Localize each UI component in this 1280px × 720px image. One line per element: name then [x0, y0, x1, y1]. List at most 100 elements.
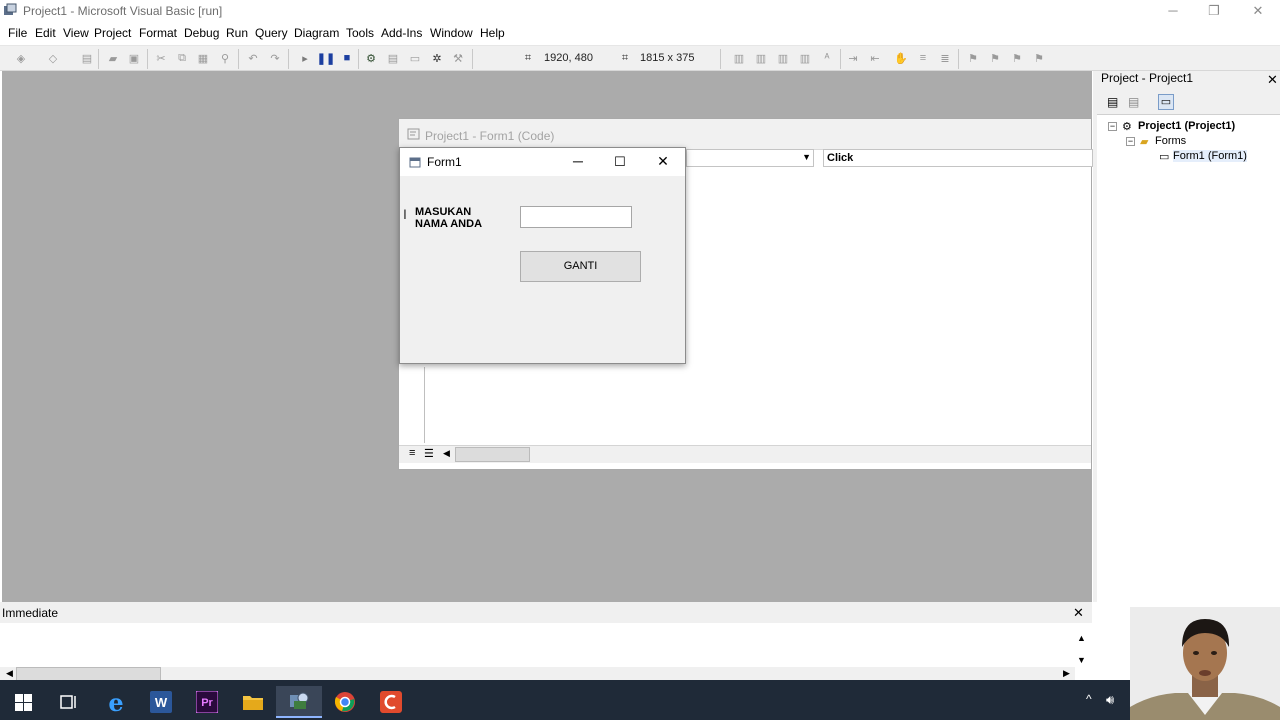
immediate-scroll-left-icon[interactable]: ◀ [6, 668, 13, 679]
project-close-icon[interactable]: ✕ [1267, 72, 1278, 88]
menu-view[interactable]: View [63, 26, 89, 40]
menu-add-ins[interactable]: Add-Ins [381, 26, 422, 40]
form1-window[interactable]: Form1 ─ ☐ ✕ I MASUKAN NAMA ANDA GANTI [399, 147, 686, 364]
end-icon[interactable]: ■ [340, 51, 354, 65]
immediate-close-icon[interactable]: ✕ [1073, 605, 1084, 621]
find-icon[interactable]: ⚲ [218, 51, 232, 65]
window-title: Project1 - Microsoft Visual Basic [run] [23, 4, 223, 18]
align-left-icon[interactable]: ▥ [732, 51, 746, 65]
menu-debug[interactable]: Debug [184, 26, 219, 40]
toolbox-icon[interactable]: ⚒ [451, 51, 465, 65]
chrome-icon[interactable] [322, 686, 368, 718]
minimize-button[interactable]: ─ [1151, 0, 1195, 22]
procedure-view-icon[interactable]: ≡ [409, 447, 415, 459]
ganti-button[interactable]: GANTI [520, 251, 641, 282]
menu-query[interactable]: Query [255, 26, 288, 40]
open-project-icon[interactable]: ▰ [106, 51, 120, 65]
form1-title: Form1 [427, 155, 462, 169]
menu-editor-icon[interactable]: ▤ [80, 51, 94, 65]
name-textbox[interactable] [520, 206, 632, 228]
full-module-view-icon[interactable]: ☰ [424, 447, 434, 460]
immediate-window[interactable]: Immediate ✕ ▲ ▼ ◀ ▶ [0, 602, 1092, 681]
scroll-up-icon[interactable]: ▲ [1077, 633, 1086, 643]
vb6-taskbar-icon[interactable] [276, 686, 322, 718]
immediate-scroll-right-icon[interactable]: ▶ [1063, 668, 1070, 679]
code-hscrollbar[interactable]: ≡ ☰ ◀ [399, 445, 1091, 463]
toggle-bookmark-icon[interactable]: ⚑ [966, 51, 980, 65]
edge-icon[interactable]: e [93, 686, 139, 718]
indent-icon[interactable]: ⇥ [846, 51, 860, 65]
toggle-folders-icon[interactable]: ▭ [1158, 94, 1174, 110]
project-node-icon: ⚙ [1122, 121, 1132, 133]
cut-icon[interactable]: ✂ [154, 51, 168, 65]
clear-bookmarks-icon[interactable]: ⚑ [1032, 51, 1046, 65]
name-label-line2: NAMA ANDA [415, 218, 483, 230]
format-text-icon[interactable]: ᴬ [820, 51, 834, 65]
menu-window[interactable]: Window [430, 26, 473, 40]
hand-icon[interactable]: ✋ [894, 51, 908, 65]
object-browser-icon[interactable]: ✲ [430, 51, 444, 65]
tree-form1[interactable]: Form1 (Form1) [1173, 150, 1247, 162]
align-top-icon[interactable]: ▥ [798, 51, 812, 65]
collapse-project-icon[interactable]: − [1108, 122, 1117, 131]
next-bookmark-icon[interactable]: ⚑ [988, 51, 1002, 65]
redo-icon[interactable]: ↷ [268, 51, 282, 65]
prev-bookmark-icon[interactable]: ⚑ [1010, 51, 1024, 65]
comment-block-icon[interactable]: ≡ [916, 51, 930, 65]
task-view-icon[interactable] [46, 686, 92, 718]
menu-format[interactable]: Format [139, 26, 177, 40]
menu-bar: File Edit View Project Format Debug Run … [0, 23, 1280, 44]
view-object-icon[interactable]: ▤ [1128, 95, 1139, 109]
outdent-icon[interactable]: ⇤ [868, 51, 882, 65]
immediate-hscrollbar[interactable]: ◀ ▶ [0, 667, 1075, 681]
align-right-icon[interactable]: ▥ [776, 51, 790, 65]
add-project-icon[interactable]: ◈ [14, 51, 28, 65]
close-button[interactable]: ✕ [1236, 0, 1280, 22]
uncomment-block-icon[interactable]: ≣ [938, 51, 952, 65]
premiere-icon[interactable]: Pr [184, 686, 230, 718]
tree-forms-folder[interactable]: Forms [1155, 135, 1186, 147]
code-window-titlebar[interactable]: Project1 - Form1 (Code) [399, 119, 1091, 150]
menu-project[interactable]: Project [94, 26, 131, 40]
object-combo[interactable]: ▼ [686, 149, 814, 167]
undo-icon[interactable]: ↶ [246, 51, 260, 65]
collapse-forms-icon[interactable]: − [1126, 137, 1135, 146]
start-icon[interactable]: ▸ [298, 51, 312, 65]
svg-text:Pr: Pr [201, 697, 213, 709]
menu-diagram[interactable]: Diagram [294, 26, 339, 40]
add-form-icon[interactable]: ◇ [46, 51, 60, 65]
restore-button[interactable]: ❐ [1192, 0, 1236, 22]
menu-edit[interactable]: Edit [35, 26, 56, 40]
procedure-combo[interactable]: Click [823, 149, 1093, 167]
save-project-icon[interactable]: ▣ [127, 51, 141, 65]
screen-recorder-icon[interactable] [368, 686, 414, 718]
tree-project[interactable]: Project1 (Project1) [1138, 120, 1235, 132]
size-icon: ⌗ [621, 51, 629, 64]
show-hidden-icons-icon[interactable]: ^ [1086, 692, 1092, 706]
form1-maximize-button[interactable]: ☐ [599, 148, 641, 176]
windows-start-icon[interactable] [0, 686, 46, 718]
form1-titlebar[interactable]: Form1 ─ ☐ ✕ [400, 148, 685, 176]
file-explorer-icon[interactable] [230, 686, 276, 718]
align-center-icon[interactable]: ▥ [754, 51, 768, 65]
hscroll-thumb[interactable] [455, 447, 530, 462]
break-icon[interactable]: ❚❚ [317, 51, 335, 65]
menu-tools[interactable]: Tools [346, 26, 374, 40]
word-icon[interactable]: W [138, 686, 184, 718]
view-code-icon[interactable]: ▤ [1107, 95, 1118, 109]
menu-file[interactable]: File [8, 26, 27, 40]
menu-help[interactable]: Help [480, 26, 505, 40]
scroll-down-icon[interactable]: ▼ [1077, 655, 1086, 665]
form1-minimize-button[interactable]: ─ [557, 148, 599, 176]
scroll-left-icon[interactable]: ◀ [443, 448, 450, 459]
form1-close-button[interactable]: ✕ [642, 148, 684, 176]
immediate-hscroll-thumb[interactable] [16, 667, 161, 681]
immediate-title: Immediate [2, 606, 59, 620]
properties-window-icon[interactable]: ▤ [386, 51, 400, 65]
menu-run[interactable]: Run [226, 26, 248, 40]
paste-icon[interactable]: ▦ [196, 51, 210, 65]
project-explorer-icon[interactable]: ⚙ [364, 51, 378, 65]
form-layout-icon[interactable]: ▭ [408, 51, 422, 65]
copy-icon[interactable]: ⧉ [175, 51, 189, 65]
volume-icon[interactable]: 🔊︎ [1106, 692, 1114, 708]
